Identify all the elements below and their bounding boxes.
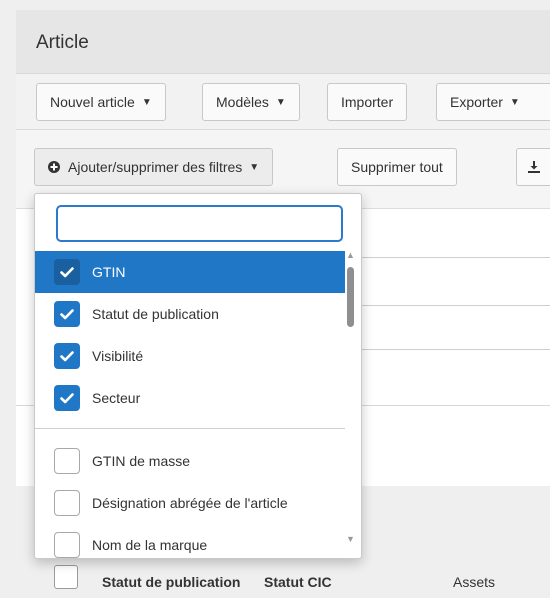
scroll-up-arrow-icon[interactable]: ▲ xyxy=(346,250,355,260)
row-divider xyxy=(346,349,550,350)
select-all-checkbox[interactable] xyxy=(54,565,78,589)
check-icon xyxy=(60,266,74,277)
new-article-label: Nouvel article xyxy=(50,94,135,110)
filter-option-label: Désignation abrégée de l'article xyxy=(92,495,288,511)
filter-option-visibility[interactable]: Visibilité xyxy=(35,335,345,377)
toolbar: Nouvel article ▼ Modèles ▼ Importer Expo… xyxy=(16,74,550,130)
export-label: Exporter xyxy=(450,94,503,110)
filter-option-bulk-gtin[interactable]: GTIN de masse xyxy=(35,440,345,482)
filter-option-label: Secteur xyxy=(92,390,141,406)
row-divider xyxy=(346,305,550,306)
models-button[interactable]: Modèles ▼ xyxy=(202,83,300,121)
filter-option-label: Nom de la marque xyxy=(92,537,208,553)
clear-all-label: Supprimer tout xyxy=(351,159,443,175)
dropdown-scrollbar[interactable]: ▲ ▼ xyxy=(344,250,358,550)
filter-option-brand-name[interactable]: Nom de la marque xyxy=(35,524,345,558)
check-icon xyxy=(60,308,74,319)
add-remove-filters-label: Ajouter/supprimer des filtres xyxy=(68,159,243,175)
download-button[interactable] xyxy=(516,148,550,186)
filter-option-label: Statut de publication xyxy=(92,306,219,322)
checkbox-checked[interactable] xyxy=(54,343,80,369)
filters-dropdown: GTIN Statut de publication Visibilité Se… xyxy=(34,193,362,559)
scroll-down-arrow-icon[interactable]: ▼ xyxy=(346,534,355,544)
plus-circle-icon xyxy=(48,161,60,173)
filter-option-gtin[interactable]: GTIN xyxy=(35,251,345,293)
download-icon xyxy=(528,161,540,173)
caret-down-icon: ▼ xyxy=(249,161,260,173)
checkbox-checked[interactable] xyxy=(54,259,80,285)
column-header-publication-status[interactable]: Statut de publication xyxy=(102,574,240,590)
row-divider xyxy=(346,257,550,258)
import-label: Importer xyxy=(341,94,394,110)
new-article-button[interactable]: Nouvel article ▼ xyxy=(36,83,166,121)
checkbox-unchecked[interactable] xyxy=(54,532,80,558)
checkbox-checked[interactable] xyxy=(54,301,80,327)
column-header-assets[interactable]: Assets xyxy=(453,574,495,590)
filter-option-label: GTIN xyxy=(92,264,126,280)
scrollbar-thumb[interactable] xyxy=(347,267,354,327)
filter-option-sector[interactable]: Secteur xyxy=(35,377,345,419)
checkbox-unchecked[interactable] xyxy=(54,448,80,474)
column-header-cic-status[interactable]: Statut CIC xyxy=(264,574,332,590)
checkbox-checked[interactable] xyxy=(54,385,80,411)
clear-all-button[interactable]: Supprimer tout xyxy=(337,148,457,186)
check-icon xyxy=(60,350,74,361)
filter-option-publication-status[interactable]: Statut de publication xyxy=(35,293,345,335)
export-button[interactable]: Exporter ▼ xyxy=(436,83,550,121)
checkbox-unchecked[interactable] xyxy=(54,490,80,516)
caret-down-icon: ▼ xyxy=(141,96,152,108)
filter-search-input[interactable] xyxy=(56,205,343,242)
dropdown-divider xyxy=(35,428,345,429)
caret-down-icon: ▼ xyxy=(509,96,520,108)
add-remove-filters-button[interactable]: Ajouter/supprimer des filtres ▼ xyxy=(34,148,274,186)
caret-down-icon: ▼ xyxy=(275,96,286,108)
page-header: Article xyxy=(16,10,550,74)
filter-option-label: Visibilité xyxy=(92,348,144,364)
filter-option-short-description[interactable]: Désignation abrégée de l'article xyxy=(35,482,345,524)
import-button[interactable]: Importer xyxy=(327,83,408,121)
models-label: Modèles xyxy=(216,94,269,110)
check-icon xyxy=(60,392,74,403)
page-title: Article xyxy=(36,32,89,53)
filter-option-label: GTIN de masse xyxy=(92,453,191,469)
